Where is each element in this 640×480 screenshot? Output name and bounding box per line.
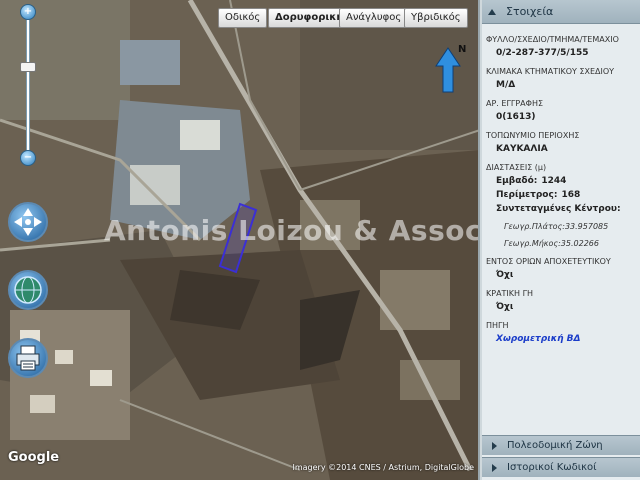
- area-row: Εμβαδό: 1244: [496, 176, 636, 186]
- section-zoning-label: Πολεοδομική Ζώνη: [507, 440, 603, 451]
- perimeter-value: 168: [561, 190, 581, 200]
- state-land-value: Όχι: [496, 302, 514, 312]
- print-button[interactable]: [8, 338, 48, 378]
- perimeter-row: Περίμετρος: 168: [496, 190, 636, 200]
- globe-icon: [14, 276, 42, 304]
- place-name-label: ΤΟΠΩΝΥΜΙΟ ΠΕΡΙΟΧΗΣ: [486, 131, 580, 140]
- maptype-hybrid-button[interactable]: Υβριδικός: [404, 8, 468, 28]
- zoom-in-button[interactable]: +: [20, 4, 36, 20]
- section-history-codes-label: Ιστορικοί Κωδικοί: [507, 462, 597, 473]
- printer-icon: [16, 345, 40, 371]
- details-panel-title: Στοιχεία: [506, 5, 554, 18]
- section-history-codes[interactable]: Ιστορικοί Κωδικοί: [482, 457, 640, 477]
- area-value: 1244: [541, 176, 567, 186]
- source-label: ΠΗΓΗ: [486, 321, 509, 330]
- zoom-slider-track[interactable]: [26, 8, 30, 158]
- latitude-value: Γεωγρ.Πλάτος:33.957085: [504, 222, 609, 231]
- expand-triangle-icon: [492, 463, 497, 472]
- zoom-slider-handle[interactable]: [20, 62, 36, 72]
- scale-value: Μ/Δ: [496, 80, 516, 90]
- section-zoning[interactable]: Πολεοδομική Ζώνη: [482, 435, 640, 455]
- satellite-map[interactable]: + − Οδικός Δορυφορική Ανάγλυφος Υβριδικό…: [0, 0, 480, 480]
- maptype-terrain-button[interactable]: Ανάγλυφος: [339, 8, 409, 28]
- details-panel-body: ΦΥΛΛΟ/ΣΧΕΔΙΟ/ΤΜΗΜΑ/ΤΕΜΑΧΙΟ 0/2-287-377/5…: [482, 24, 640, 346]
- source-link[interactable]: Χωρομετρική ΒΔ: [496, 334, 636, 344]
- longitude-value: Γεωγρ.Μήκος:35.02266: [504, 239, 599, 248]
- registration-label: ΑΡ. ΕΓΓΡΑΦΗΣ: [486, 99, 544, 108]
- sewer-value: Όχι: [496, 270, 514, 280]
- globe-view-button[interactable]: [8, 270, 48, 310]
- app-root: + − Οδικός Δορυφορική Ανάγλυφος Υβριδικό…: [0, 0, 640, 480]
- details-panel: Στοιχεία ΦΥΛΛΟ/ΣΧΕΔΙΟ/ΤΜΗΜΑ/ΤΕΜΑΧΙΟ 0/2-…: [482, 0, 640, 480]
- scale-label: ΚΛΙΜΑΚΑ ΚΤΗΜΑΤΙΚΟΥ ΣΧΕΔΙΟΥ: [486, 67, 615, 76]
- pan-arrows-icon: [14, 208, 42, 236]
- maptype-road-button[interactable]: Οδικός: [218, 8, 268, 28]
- watermark-text: Antonis Loizou & Associates: [104, 214, 480, 247]
- place-name-value: ΚΑΥΚΑΛΙΑ: [496, 144, 548, 154]
- collapse-triangle-icon: [488, 8, 496, 15]
- north-arrow: N: [434, 44, 466, 96]
- coords-title-row: Συντεταγμένες Κέντρου:: [496, 204, 636, 214]
- zoom-out-button[interactable]: −: [20, 150, 36, 166]
- expand-triangle-icon: [492, 441, 497, 450]
- area-key: Εμβαδό:: [496, 176, 538, 186]
- pan-control-button[interactable]: [8, 202, 48, 242]
- imagery-attribution: Imagery ©2014 CNES / Astrium, DigitalGlo…: [292, 463, 474, 472]
- registration-value: 0(1613): [496, 112, 536, 122]
- dimensions-label: ΔΙΑΣΤΑΣΕΙΣ (μ): [486, 163, 547, 172]
- coords-title: Συντεταγμένες Κέντρου:: [496, 204, 621, 214]
- google-logo: Google: [8, 450, 60, 465]
- sheet-value: 0/2-287-377/5/155: [496, 48, 589, 58]
- north-label: N: [458, 44, 467, 55]
- sewer-label: ΕΝΤΟΣ ΟΡΙΩΝ ΑΠΟΧΕΤΕΥΤΙΚΟΥ: [486, 257, 611, 266]
- perimeter-key: Περίμετρος:: [496, 190, 558, 200]
- details-panel-header[interactable]: Στοιχεία: [482, 0, 640, 24]
- sheet-label: ΦΥΛΛΟ/ΣΧΕΔΙΟ/ΤΜΗΜΑ/ΤΕΜΑΧΙΟ: [486, 35, 619, 44]
- state-land-label: ΚΡΑΤΙΚΗ ΓΗ: [486, 289, 534, 298]
